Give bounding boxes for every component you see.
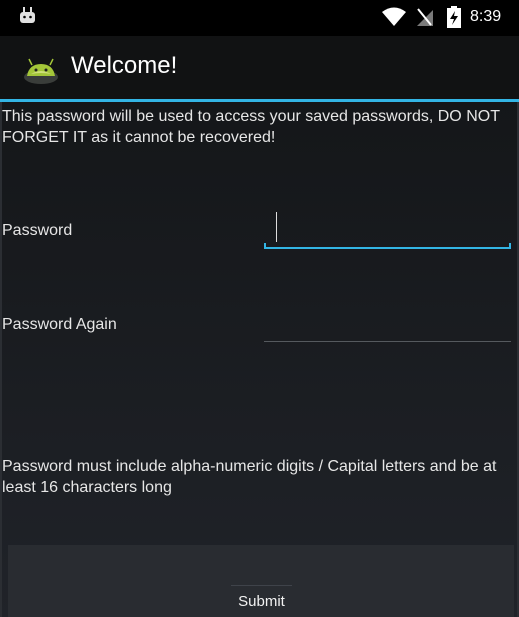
password-label: Password: [2, 222, 73, 239]
battery-charging-icon: [447, 6, 461, 28]
submit-button[interactable]: Submit: [188, 585, 335, 617]
screen: 8:39 Welcome! This password will be used…: [0, 0, 519, 617]
status-time: 8:39: [470, 8, 502, 25]
wifi-icon: [382, 7, 406, 26]
page-title: Welcome!: [71, 52, 178, 79]
password-field[interactable]: [264, 209, 511, 249]
password-again-field[interactable]: [264, 302, 511, 342]
android-logo-icon: [24, 58, 58, 84]
status-bar: 8:39: [0, 0, 519, 36]
password-field-underline: [264, 247, 511, 249]
text-cursor: [276, 212, 277, 242]
left-edge: [0, 102, 2, 617]
password-again-field-underline: [264, 341, 511, 342]
android-icon: [20, 7, 35, 23]
requirements-text: Password must include alpha-numeric digi…: [2, 458, 497, 496]
password-again-label: Password Again: [2, 316, 117, 333]
action-bar: Welcome!: [0, 36, 519, 100]
button-bar: Submit: [8, 545, 514, 617]
no-sim-icon: [417, 8, 433, 26]
intro-text: This password will be used to access you…: [2, 108, 500, 146]
action-bar-divider: [0, 99, 519, 102]
